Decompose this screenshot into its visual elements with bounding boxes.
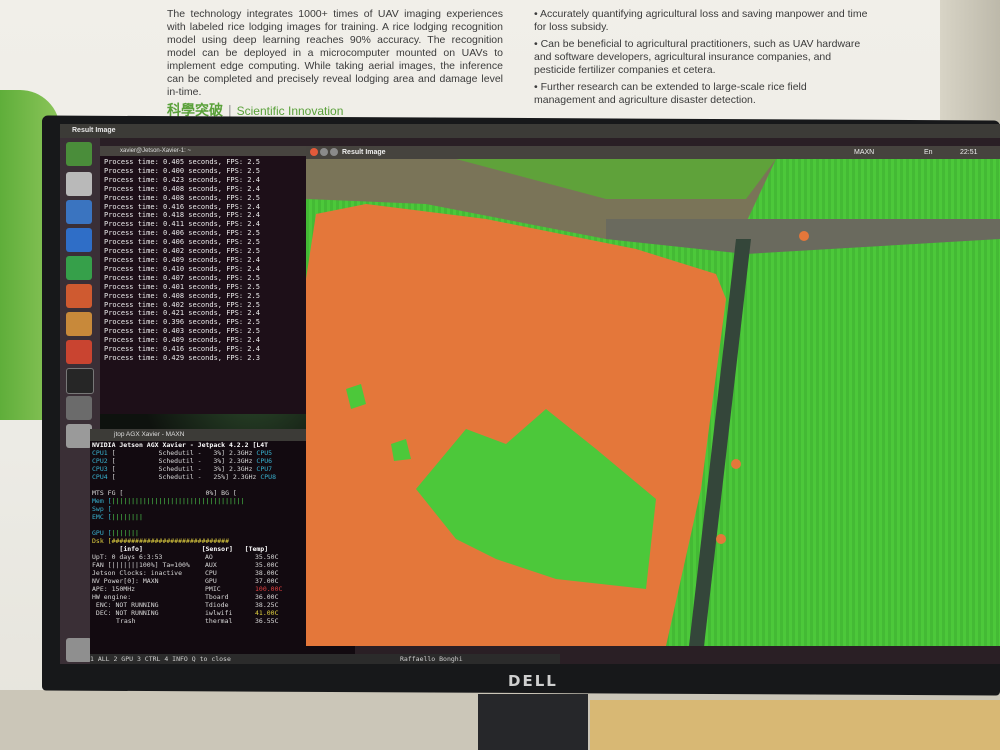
poster-left-text: The technology integrates 1000+ times of… xyxy=(167,8,503,99)
poster-bullets: • Accurately quantifying agricultural lo… xyxy=(534,8,870,111)
lodged-spot xyxy=(716,534,726,544)
monitor-screen: Result Image xavier@Jetson-Xavier-1: ~ P… xyxy=(60,124,1000,664)
trash-icon[interactable] xyxy=(66,638,92,662)
firefox-icon[interactable] xyxy=(66,200,92,224)
top-bar-window-title: Result Image xyxy=(72,127,116,134)
writer-icon[interactable] xyxy=(66,228,92,252)
minimize-icon[interactable] xyxy=(320,148,328,156)
poster-bullet: • Can be beneficial to agricultural prac… xyxy=(534,38,861,76)
terminal-icon[interactable] xyxy=(66,368,94,394)
tray-clock: 22:51 xyxy=(960,149,978,156)
poster-bullet: • Accurately quantifying agricultural lo… xyxy=(534,8,868,33)
calc-icon[interactable] xyxy=(66,256,92,280)
settings-icon[interactable] xyxy=(66,340,92,364)
cardboard-box xyxy=(590,700,1000,750)
lodged-spot xyxy=(799,231,809,241)
files-icon[interactable] xyxy=(66,172,92,196)
tray-mode: MAXN xyxy=(854,149,875,156)
poster-left-paragraph: The technology integrates 1000+ times of… xyxy=(167,8,503,98)
result-image-window[interactable]: Result Image MAXN En 22:51 xyxy=(306,146,1000,646)
close-icon[interactable] xyxy=(310,148,318,156)
tray-language: En xyxy=(924,149,933,156)
result-window-title: Result Image xyxy=(342,149,386,156)
jtop-author: Raffaello Bonghi xyxy=(400,655,463,663)
maximize-icon[interactable] xyxy=(330,148,338,156)
segmentation-result-image xyxy=(306,159,1000,646)
software-icon[interactable] xyxy=(66,312,92,336)
poster-bullet: • Further research can be extended to la… xyxy=(534,81,807,106)
monitor-stand xyxy=(478,694,588,750)
lodged-rice-area xyxy=(306,204,726,646)
drive-icon[interactable] xyxy=(66,424,92,448)
impress-icon[interactable] xyxy=(66,284,92,308)
help-icon[interactable] xyxy=(66,396,92,420)
jtop-footer: 1 ALL 2 GPU 3 CTRL 4 INFO Q to close Raf… xyxy=(90,654,560,664)
ubuntu-icon[interactable] xyxy=(66,142,92,166)
result-title-bar: Result Image MAXN En 22:51 xyxy=(306,146,1000,159)
lodged-spot xyxy=(731,459,741,469)
dell-logo: DELL xyxy=(508,672,558,690)
desktop-top-bar: Result Image xyxy=(60,124,1000,138)
